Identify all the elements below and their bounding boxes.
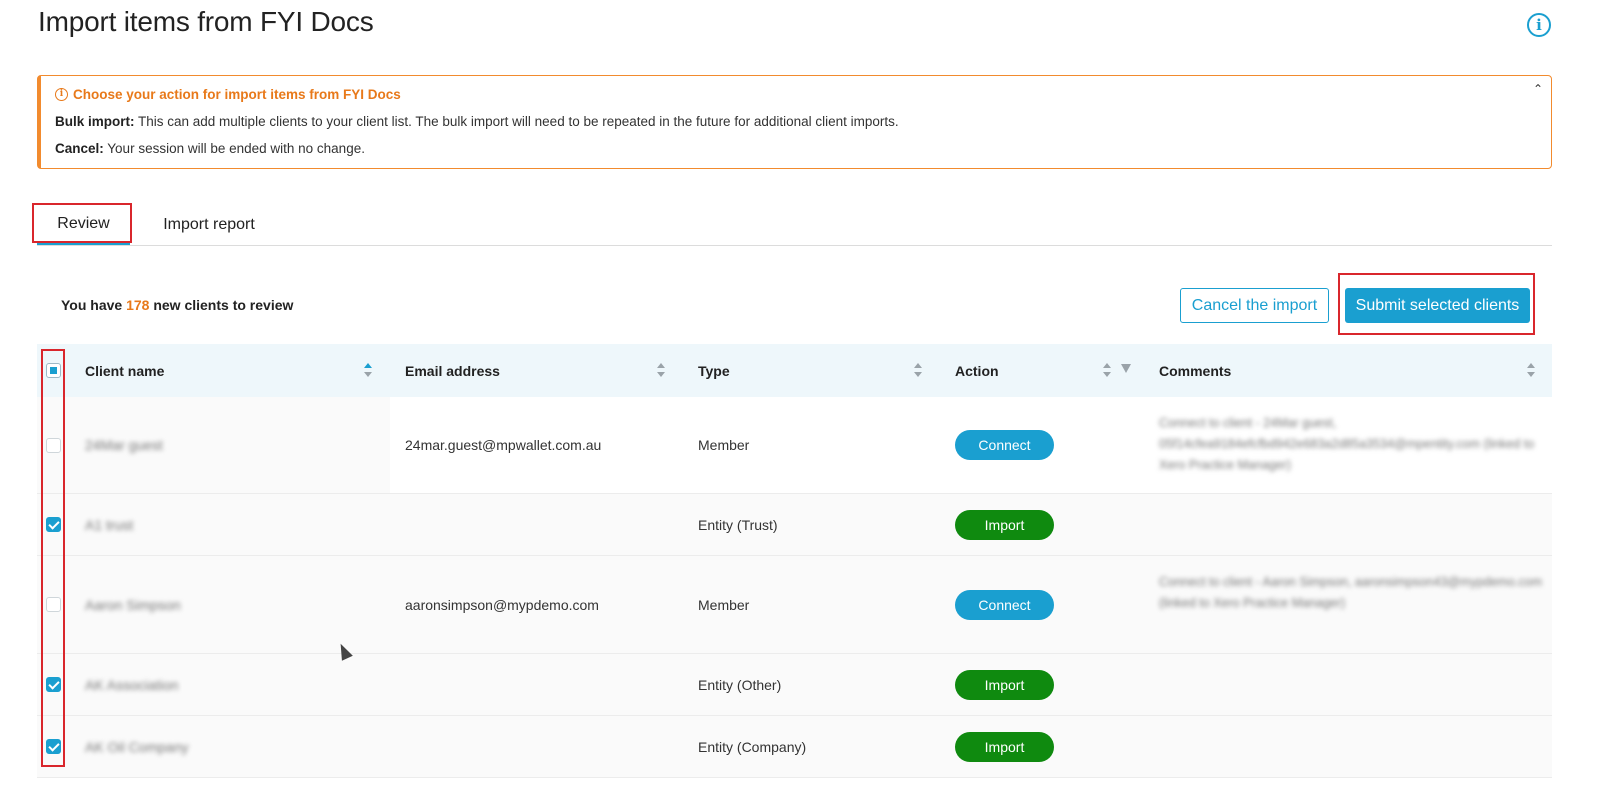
page-title: Import items from FYI Docs [38,6,374,37]
column-header-type[interactable]: Type [698,344,730,397]
comment-cell: Connect to client - 24Mar guest, 05f14cf… [1159,416,1535,472]
client-name-cell: AK Association [85,676,179,693]
notice-bulk-text: This can add multiple clients to your cl… [134,114,899,129]
notice-cancel-text: Your session will be ended with no chang… [103,141,365,156]
notice-cancel: Cancel: Your session will be ended with … [55,141,1537,156]
column-header-comments[interactable]: Comments [1159,344,1231,397]
email-cell: 24mar.guest@mpwallet.com.au [405,437,602,453]
table-row: 24Mar guest 24mar.guest@mpwallet.com.au … [37,397,1552,494]
notice-cancel-label: Cancel: [55,141,104,156]
row-checkbox[interactable] [46,438,61,453]
column-header-action[interactable]: Action [955,344,999,397]
client-name-cell: AK Oil Company [85,738,189,755]
select-all-checkbox[interactable] [46,363,61,378]
type-cell: Entity (Company) [698,738,807,755]
notice-heading: Choose your action for import items from… [73,87,401,102]
notice-bulk-import: Bulk import: This can add multiple clien… [55,114,1537,129]
row-checkbox[interactable] [46,739,61,754]
row-checkbox[interactable] [46,517,61,532]
table-row: A1 trust Entity (Trust) Import [37,494,1552,556]
email-cell: aaronsimpson@mypdemo.com [405,596,599,613]
info-icon: i [55,88,68,101]
tab-bar: Review Import report [37,205,1552,246]
cancel-import-button[interactable]: Cancel the import [1180,288,1329,323]
client-name-cell: Aaron Simpson [85,596,181,613]
notice-bulk-label: Bulk import: [55,114,135,129]
table-row: AK Association Entity (Other) Import [37,654,1552,716]
submit-selected-clients-button[interactable]: Submit selected clients [1345,288,1530,323]
import-button[interactable]: Import [955,670,1054,700]
client-name-cell: A1 trust [85,516,134,533]
column-header-client-name[interactable]: Client name [85,344,164,397]
review-prefix: You have [61,297,127,313]
column-header-email[interactable]: Email address [405,344,500,397]
sort-icon[interactable] [1527,363,1535,377]
type-cell: Entity (Trust) [698,516,778,533]
type-cell: Member [698,596,750,613]
comment-cell: Connect to client - Aaron Simpson, aaron… [1159,575,1543,610]
clients-table: Client name Email address Type Action Co… [37,344,1552,778]
table-row: Aaron Simpson aaronsimpson@mypdemo.com M… [37,556,1552,654]
review-count-text: You have 178 new clients to review [61,297,293,313]
type-cell: Entity (Other) [698,676,782,693]
info-icon[interactable]: i [1527,13,1551,37]
import-button[interactable]: Import [955,510,1054,540]
row-checkbox[interactable] [46,677,61,692]
connect-button[interactable]: Connect [955,430,1054,460]
table-header: Client name Email address Type Action Co… [37,344,1552,397]
notice-heading-row: i Choose your action for import items fr… [55,87,1537,102]
action-notice: i Choose your action for import items fr… [37,75,1552,169]
tab-review[interactable]: Review [37,205,130,245]
review-count: 178 [126,297,150,313]
connect-button[interactable]: Connect [955,590,1054,620]
double-chevron-up-icon[interactable]: ⌃ [1533,83,1543,95]
sort-icon[interactable] [914,363,922,377]
table-row: AK Oil Company Entity (Company) Import [37,716,1552,778]
tab-import-report[interactable]: Import report [147,205,271,245]
type-cell: Member [698,437,750,453]
review-suffix: new clients to review [149,297,294,313]
sort-icon[interactable] [364,363,372,377]
import-button[interactable]: Import [955,732,1054,762]
row-checkbox[interactable] [46,597,61,612]
sort-icon[interactable] [657,363,665,377]
client-name-cell: 24Mar guest [85,437,163,453]
filter-icon[interactable] [1121,364,1131,373]
sort-icon[interactable] [1103,363,1111,377]
